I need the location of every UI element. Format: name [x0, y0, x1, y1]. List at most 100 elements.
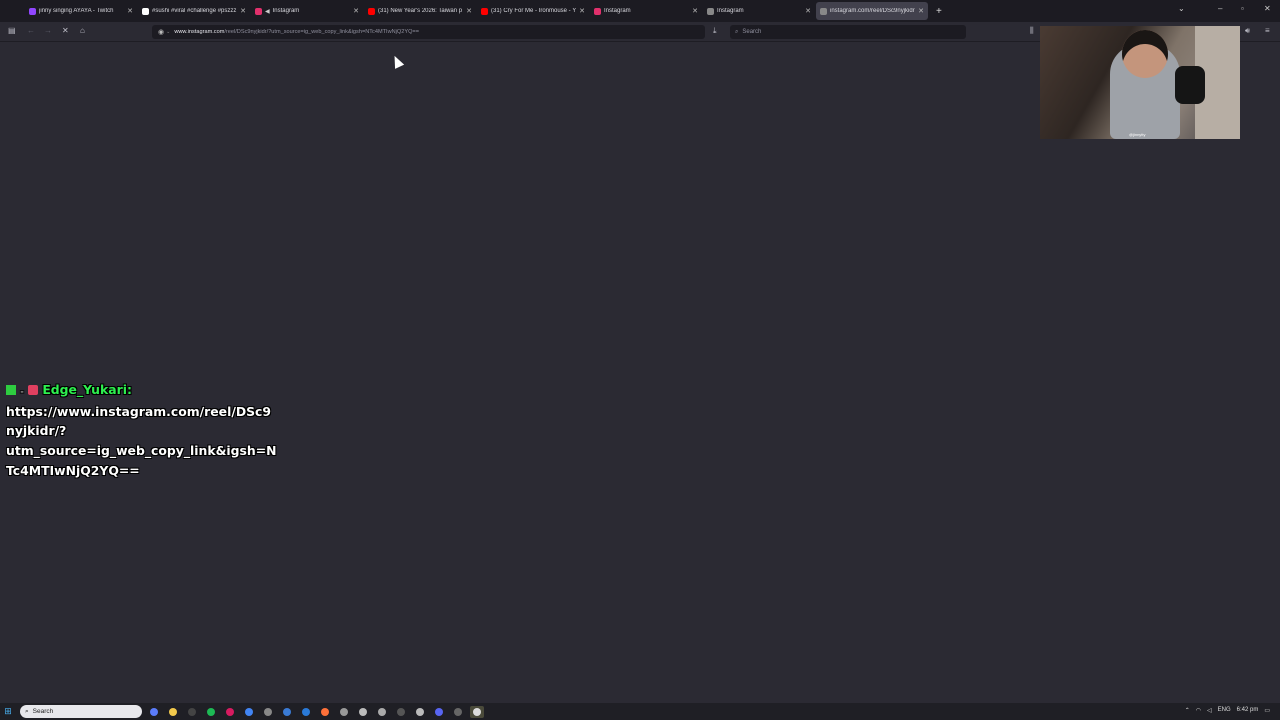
microphone — [1175, 66, 1205, 104]
browser-tab[interactable]: jinny singing AYAYA - Twitch ✕ — [25, 2, 137, 20]
app-glyph — [321, 707, 329, 716]
url-host: www.instagram.com — [174, 29, 225, 35]
box-icon[interactable] — [280, 706, 294, 718]
chat-line: utm_source=ig_web_copy_link&igsh=N — [6, 443, 277, 459]
clipboard-icon[interactable] — [394, 706, 408, 718]
tray-chevron-icon[interactable]: ⌃ — [1185, 707, 1190, 714]
spotify-icon[interactable] — [204, 706, 218, 718]
audio-icon[interactable]: 🔊︎ — [1245, 26, 1250, 36]
tab-close-icon[interactable]: ✕ — [579, 7, 585, 15]
menu-icon[interactable]: ≡ — [1265, 26, 1270, 35]
app-glyph — [454, 707, 462, 716]
search-box[interactable]: ⌕ Search — [730, 25, 966, 39]
tab-title: Instagram — [604, 8, 631, 14]
notification-icon[interactable]: ▭ — [1264, 707, 1270, 714]
tab-title: (31) Cry For Me - Ironmouse - Y — [491, 8, 577, 14]
chat-line: nyjkidr/? — [6, 423, 67, 439]
browser-tab[interactable]: Instagram ✕ — [590, 2, 702, 20]
leaf-icon[interactable] — [375, 706, 389, 718]
address-bar[interactable]: ◉ ⌄ www.instagram.com/reel/DSc9nyjkidr/?… — [152, 25, 705, 39]
tab-close-icon[interactable]: ✕ — [918, 7, 924, 15]
tag-icon[interactable] — [337, 706, 351, 718]
app-glyph — [169, 707, 177, 716]
gear-icon[interactable] — [356, 706, 370, 718]
monitor-icon[interactable] — [451, 706, 465, 718]
app-glyph — [340, 707, 348, 716]
search-placeholder: Search — [742, 29, 762, 35]
browser-tab[interactable]: #sushi #viral #challenge #pszzz ✕ — [138, 2, 250, 20]
webcam-tag: @jinnytty — [1129, 132, 1146, 137]
maximize-icon[interactable]: ▫ — [1241, 4, 1244, 13]
chrome-icon[interactable] — [242, 706, 256, 718]
check-badge-icon — [6, 385, 16, 395]
clock[interactable]: 6:42 pm — [1237, 707, 1259, 714]
browser-tab[interactable]: (31) Cry For Me - Ironmouse - Y ✕ — [477, 2, 589, 20]
app-glyph — [207, 707, 215, 716]
sub-badge-icon — [27, 385, 38, 395]
chat-message: - Edge_Yukari: https://www.instagram.com… — [6, 380, 276, 481]
firefox-icon[interactable] — [318, 706, 332, 718]
system-tray: ⌃ ◠ ◁ ENG 6:42 pm ▭ — [1185, 707, 1270, 714]
tab-title: instagram.com/reel/DSc9nyjkidr — [830, 8, 915, 14]
app-glyph — [245, 707, 253, 716]
browser-tab[interactable]: ◀ Instagram ✕ — [251, 2, 363, 20]
forward-icon[interactable]: → — [44, 26, 52, 35]
tab-overflow-icon[interactable]: ⌄ — [1178, 4, 1185, 13]
app-glyph — [226, 707, 234, 716]
obs-icon[interactable] — [470, 705, 484, 718]
app-glyph — [283, 707, 291, 716]
tab-audio-icon[interactable]: ◀ — [265, 8, 270, 15]
pen-icon[interactable] — [413, 706, 427, 718]
app-glyph — [416, 707, 424, 716]
slash-icon[interactable] — [185, 706, 199, 718]
taskbar-search[interactable]: ⌕ Search — [20, 705, 142, 718]
windows-start-icon[interactable]: ⊞ — [0, 706, 16, 717]
search-icon: ⌕ — [735, 28, 739, 35]
sidebar-icon[interactable]: ▤ — [8, 26, 16, 35]
chat-line: Tc4MTIwNjQ2YQ== — [6, 462, 140, 478]
record-icon[interactable] — [223, 706, 237, 718]
tab-title: (31) New Year's 2026: Taiwan p — [378, 8, 463, 14]
browser-tab[interactable]: Instagram ✕ — [703, 2, 815, 20]
check-icon[interactable] — [261, 706, 275, 718]
app-glyph — [302, 707, 310, 716]
tab-close-icon[interactable]: ✕ — [805, 7, 811, 15]
new-tab-button[interactable]: + — [936, 6, 942, 17]
download-icon[interactable]: ⤓ — [713, 26, 717, 36]
minimize-icon[interactable]: – — [1218, 4, 1222, 13]
chat-username: Edge_Yukari: — [42, 382, 132, 397]
volume-icon[interactable]: ◁ — [1207, 707, 1212, 714]
orbit-icon[interactable] — [147, 706, 161, 718]
tab-close-icon[interactable]: ✕ — [240, 7, 246, 15]
favicon-icon — [29, 7, 36, 15]
url-path: /reel/DSc9nyjkidr/?utm_source=ig_web_cop… — [224, 29, 419, 35]
tab-close-icon[interactable]: ✕ — [466, 7, 472, 15]
favicon-icon — [594, 7, 601, 15]
streamer-head — [1122, 30, 1168, 78]
wifi-icon[interactable]: ◠ — [1196, 707, 1201, 714]
discord-icon[interactable] — [432, 706, 446, 718]
folder-icon[interactable] — [166, 706, 180, 718]
back-icon[interactable]: ← — [27, 26, 35, 35]
steam-icon[interactable] — [299, 706, 313, 718]
home-icon[interactable]: ⌂ — [80, 26, 85, 35]
tab-close-icon[interactable]: ✕ — [692, 7, 698, 15]
search-icon: ⌕ — [25, 707, 29, 715]
chevron-down-icon[interactable]: ⌄ — [166, 29, 170, 35]
stop-loading-icon[interactable]: ✕ — [62, 26, 69, 35]
browser-tab[interactable]: instagram.com/reel/DSc9nyjkidr ✕ — [816, 2, 928, 20]
app-glyph — [359, 707, 367, 716]
site-info-icon[interactable]: ◉ — [158, 28, 164, 36]
browser-tab[interactable]: (31) New Year's 2026: Taiwan p ✕ — [364, 2, 476, 20]
tab-title: Instagram — [272, 8, 300, 14]
app-glyph — [188, 707, 196, 716]
taskbar-search-label: Search — [32, 708, 54, 715]
tab-close-icon[interactable]: ✕ — [127, 7, 133, 15]
language-indicator[interactable]: ENG — [1218, 707, 1231, 714]
library-icon[interactable]: ⫼ — [1030, 26, 1034, 36]
chat-header: - Edge_Yukari: — [6, 380, 276, 402]
taskbar: ⊞ ⌕ Search ⌃ ◠ ◁ ENG 6:42 pm ▭ — [0, 703, 1280, 720]
close-window-icon[interactable]: ✕ — [1264, 4, 1271, 13]
tab-close-icon[interactable]: ✕ — [353, 7, 359, 15]
chat-line: https://www.instagram.com/reel/DSc9 — [6, 403, 272, 419]
